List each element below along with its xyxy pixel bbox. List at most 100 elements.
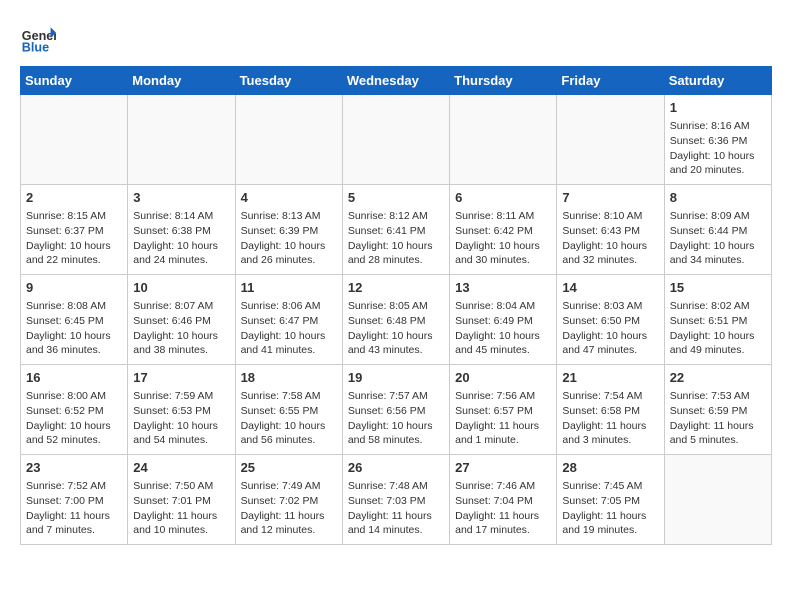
calendar-cell: 21 Sunrise: 7:54 AM Sunset: 6:58 PM Dayli… [557, 365, 664, 455]
day-number: 4 [241, 189, 337, 207]
calendar-cell [342, 95, 449, 185]
day-info: Sunrise: 7:58 AM Sunset: 6:55 PM Dayligh… [241, 389, 337, 448]
logo: General Blue [20, 20, 60, 56]
calendar-cell [664, 455, 771, 545]
day-info: Sunrise: 7:54 AM Sunset: 6:58 PM Dayligh… [562, 389, 658, 448]
day-number: 28 [562, 459, 658, 477]
header-wednesday: Wednesday [342, 67, 449, 95]
day-number: 15 [670, 279, 766, 297]
calendar-cell [450, 95, 557, 185]
day-info: Sunrise: 8:15 AM Sunset: 6:37 PM Dayligh… [26, 209, 122, 268]
calendar-week-row: 2 Sunrise: 8:15 AM Sunset: 6:37 PM Daylig… [21, 185, 772, 275]
calendar-cell: 13 Sunrise: 8:04 AM Sunset: 6:49 PM Dayli… [450, 275, 557, 365]
day-number: 27 [455, 459, 551, 477]
day-info: Sunrise: 7:53 AM Sunset: 6:59 PM Dayligh… [670, 389, 766, 448]
calendar-cell: 24 Sunrise: 7:50 AM Sunset: 7:01 PM Dayli… [128, 455, 235, 545]
calendar-cell: 10 Sunrise: 8:07 AM Sunset: 6:46 PM Dayli… [128, 275, 235, 365]
day-info: Sunrise: 7:56 AM Sunset: 6:57 PM Dayligh… [455, 389, 551, 448]
day-info: Sunrise: 8:12 AM Sunset: 6:41 PM Dayligh… [348, 209, 444, 268]
calendar-cell: 4 Sunrise: 8:13 AM Sunset: 6:39 PM Daylig… [235, 185, 342, 275]
day-info: Sunrise: 8:16 AM Sunset: 6:36 PM Dayligh… [670, 119, 766, 178]
calendar-cell: 20 Sunrise: 7:56 AM Sunset: 6:57 PM Dayli… [450, 365, 557, 455]
calendar-week-row: 16 Sunrise: 8:00 AM Sunset: 6:52 PM Dayli… [21, 365, 772, 455]
calendar-cell: 23 Sunrise: 7:52 AM Sunset: 7:00 PM Dayli… [21, 455, 128, 545]
day-info: Sunrise: 8:05 AM Sunset: 6:48 PM Dayligh… [348, 299, 444, 358]
day-number: 1 [670, 99, 766, 117]
calendar-cell: 8 Sunrise: 8:09 AM Sunset: 6:44 PM Daylig… [664, 185, 771, 275]
day-number: 19 [348, 369, 444, 387]
calendar-cell: 7Sunrise: 8:10 AM Sunset: 6:43 PM Daylig… [557, 185, 664, 275]
day-number: 3 [133, 189, 229, 207]
svg-text:Blue: Blue [22, 41, 49, 55]
day-info: Sunrise: 7:59 AM Sunset: 6:53 PM Dayligh… [133, 389, 229, 448]
day-number: 20 [455, 369, 551, 387]
page-header: General Blue [20, 20, 772, 56]
day-info: Sunrise: 8:00 AM Sunset: 6:52 PM Dayligh… [26, 389, 122, 448]
calendar-cell: 2 Sunrise: 8:15 AM Sunset: 6:37 PM Daylig… [21, 185, 128, 275]
calendar-table: SundayMondayTuesdayWednesdayThursdayFrid… [20, 66, 772, 545]
day-number: 7 [562, 189, 658, 207]
calendar-cell: 26Sunrise: 7:48 AM Sunset: 7:03 PM Dayli… [342, 455, 449, 545]
day-number: 26 [348, 459, 444, 477]
day-info: Sunrise: 7:50 AM Sunset: 7:01 PM Dayligh… [133, 479, 229, 538]
day-number: 11 [241, 279, 337, 297]
day-info: Sunrise: 8:07 AM Sunset: 6:46 PM Dayligh… [133, 299, 229, 358]
day-number: 16 [26, 369, 122, 387]
day-info: Sunrise: 8:03 AM Sunset: 6:50 PM Dayligh… [562, 299, 658, 358]
calendar-cell: 28Sunrise: 7:45 AM Sunset: 7:05 PM Dayli… [557, 455, 664, 545]
day-info: Sunrise: 8:04 AM Sunset: 6:49 PM Dayligh… [455, 299, 551, 358]
logo-icon: General Blue [20, 20, 56, 56]
day-number: 8 [670, 189, 766, 207]
calendar-cell: 14Sunrise: 8:03 AM Sunset: 6:50 PM Dayli… [557, 275, 664, 365]
day-info: Sunrise: 8:09 AM Sunset: 6:44 PM Dayligh… [670, 209, 766, 268]
day-number: 17 [133, 369, 229, 387]
calendar-cell: 25Sunrise: 7:49 AM Sunset: 7:02 PM Dayli… [235, 455, 342, 545]
header-monday: Monday [128, 67, 235, 95]
header-thursday: Thursday [450, 67, 557, 95]
day-number: 25 [241, 459, 337, 477]
day-info: Sunrise: 8:06 AM Sunset: 6:47 PM Dayligh… [241, 299, 337, 358]
day-info: Sunrise: 8:11 AM Sunset: 6:42 PM Dayligh… [455, 209, 551, 268]
header-tuesday: Tuesday [235, 67, 342, 95]
day-number: 10 [133, 279, 229, 297]
day-number: 24 [133, 459, 229, 477]
header-saturday: Saturday [664, 67, 771, 95]
calendar-cell: 18 Sunrise: 7:58 AM Sunset: 6:55 PM Dayli… [235, 365, 342, 455]
header-sunday: Sunday [21, 67, 128, 95]
calendar-header-row: SundayMondayTuesdayWednesdayThursdayFrid… [21, 67, 772, 95]
day-info: Sunrise: 8:13 AM Sunset: 6:39 PM Dayligh… [241, 209, 337, 268]
calendar-cell: 3Sunrise: 8:14 AM Sunset: 6:38 PM Daylig… [128, 185, 235, 275]
day-number: 2 [26, 189, 122, 207]
day-number: 12 [348, 279, 444, 297]
day-number: 18 [241, 369, 337, 387]
header-friday: Friday [557, 67, 664, 95]
day-number: 5 [348, 189, 444, 207]
day-number: 23 [26, 459, 122, 477]
calendar-cell: 16 Sunrise: 8:00 AM Sunset: 6:52 PM Dayli… [21, 365, 128, 455]
day-info: Sunrise: 7:57 AM Sunset: 6:56 PM Dayligh… [348, 389, 444, 448]
calendar-cell: 12 Sunrise: 8:05 AM Sunset: 6:48 PM Dayli… [342, 275, 449, 365]
calendar-cell: 22 Sunrise: 7:53 AM Sunset: 6:59 PM Dayli… [664, 365, 771, 455]
day-info: Sunrise: 8:02 AM Sunset: 6:51 PM Dayligh… [670, 299, 766, 358]
day-info: Sunrise: 7:46 AM Sunset: 7:04 PM Dayligh… [455, 479, 551, 538]
calendar-cell: 19 Sunrise: 7:57 AM Sunset: 6:56 PM Dayli… [342, 365, 449, 455]
day-number: 21 [562, 369, 658, 387]
calendar-cell [128, 95, 235, 185]
day-info: Sunrise: 8:08 AM Sunset: 6:45 PM Dayligh… [26, 299, 122, 358]
calendar-cell: 5 Sunrise: 8:12 AM Sunset: 6:41 PM Daylig… [342, 185, 449, 275]
calendar-cell [235, 95, 342, 185]
calendar-cell: 11 Sunrise: 8:06 AM Sunset: 6:47 PM Dayli… [235, 275, 342, 365]
calendar-cell: 17 Sunrise: 7:59 AM Sunset: 6:53 PM Dayli… [128, 365, 235, 455]
calendar-week-row: 1 Sunrise: 8:16 AM Sunset: 6:36 PM Daylig… [21, 95, 772, 185]
calendar-cell [21, 95, 128, 185]
calendar-cell: 9 Sunrise: 8:08 AM Sunset: 6:45 PM Daylig… [21, 275, 128, 365]
day-number: 13 [455, 279, 551, 297]
calendar-cell: 1 Sunrise: 8:16 AM Sunset: 6:36 PM Daylig… [664, 95, 771, 185]
day-number: 9 [26, 279, 122, 297]
day-number: 6 [455, 189, 551, 207]
calendar-cell: 6 Sunrise: 8:11 AM Sunset: 6:42 PM Daylig… [450, 185, 557, 275]
calendar-cell: 27 Sunrise: 7:46 AM Sunset: 7:04 PM Dayli… [450, 455, 557, 545]
day-number: 22 [670, 369, 766, 387]
day-info: Sunrise: 7:52 AM Sunset: 7:00 PM Dayligh… [26, 479, 122, 538]
calendar-week-row: 23 Sunrise: 7:52 AM Sunset: 7:00 PM Dayli… [21, 455, 772, 545]
